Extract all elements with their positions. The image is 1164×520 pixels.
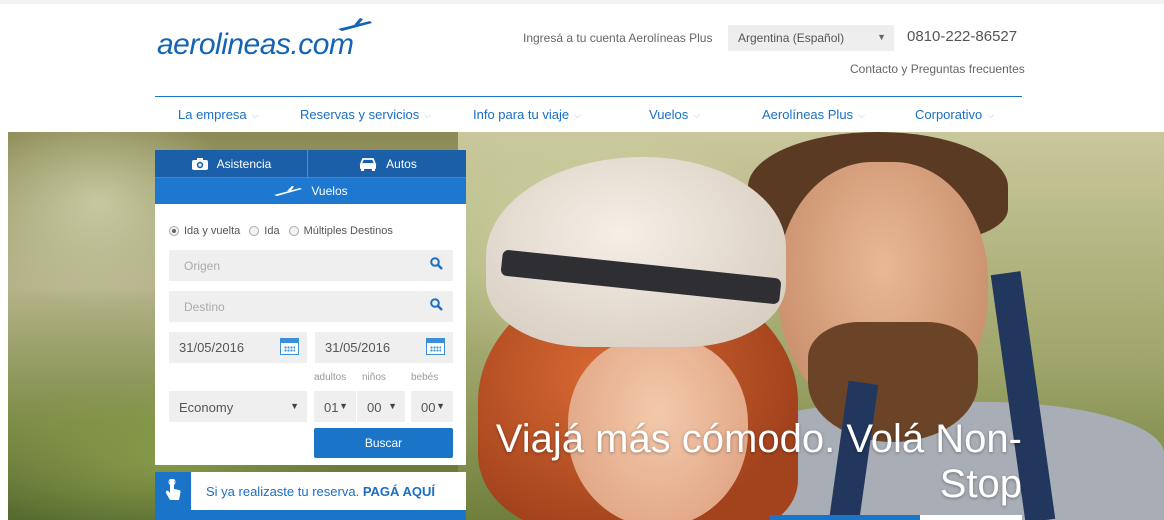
camera-icon (191, 157, 208, 170)
children-select[interactable]: 00 ▼ (357, 391, 405, 422)
chevron-down-icon: ⌵ (987, 110, 995, 120)
carousel-indicator[interactable] (920, 515, 1022, 520)
origin-input[interactable]: Origen (169, 250, 453, 281)
chevron-down-icon: ▼ (436, 401, 445, 411)
pay-here-link[interactable]: PAGÁ AQUÍ (363, 484, 435, 499)
pay-banner-text: Si ya realizaste tu reserva. PAGÁ AQUÍ (206, 484, 435, 499)
phone-number: 0810-222-86527 (907, 28, 1018, 45)
cabin-class-select[interactable]: Economy ▼ (169, 391, 307, 422)
radio-indicator (169, 226, 179, 236)
infants-value: 00 (421, 400, 436, 415)
radio-indicator (249, 226, 260, 236)
nav-item-aerolineas-plus[interactable]: Aerolíneas Plus ⌵ (762, 107, 865, 122)
adults-label: adultos (314, 372, 347, 383)
nav-item-info-viaje[interactable]: Info para tu viaje ⌵ (473, 107, 581, 122)
contact-faq-link[interactable]: Contacto y Preguntas frecuentes (850, 62, 1025, 76)
chevron-down-icon: ▼ (877, 32, 886, 42)
trip-type-oneway-radio[interactable]: Ida (249, 225, 280, 237)
search-flights-button[interactable]: Buscar (314, 428, 453, 458)
nav-item-la-empresa[interactable]: La empresa ⌵ (178, 107, 258, 122)
chevron-down-icon: ▼ (339, 401, 348, 411)
calendar-icon[interactable] (280, 338, 299, 355)
nav-item-reservas[interactable]: Reservas y servicios ⌵ (300, 107, 431, 122)
top-border (0, 0, 1164, 4)
children-label: niños (362, 372, 386, 383)
pointer-hand-icon (155, 472, 191, 510)
hero-headline-line: Viajá más cómodo. Volá Non- (495, 417, 1022, 461)
country-select-value: Argentina (Español) (738, 31, 845, 45)
trip-type-multi-radio[interactable]: Múltiples Destinos (288, 225, 393, 237)
origin-placeholder: Origen (184, 259, 221, 273)
chevron-down-icon: ⌵ (574, 110, 581, 120)
adults-value: 01 (324, 400, 339, 415)
tab-label: Vuelos (311, 184, 348, 198)
chevron-down-icon: ▼ (290, 401, 299, 411)
trip-type-label: Ida (264, 225, 280, 237)
tab-asistencia[interactable]: Asistencia (155, 150, 308, 177)
widget-bottom-strip (155, 510, 466, 520)
chevron-down-icon: ⌵ (251, 110, 259, 120)
account-login-link[interactable]: Ingresá a tu cuenta Aerolíneas Plus (523, 31, 712, 45)
tab-vuelos[interactable]: Vuelos (155, 177, 466, 204)
chevron-down-icon: ▼ (388, 401, 397, 411)
cabin-class-value: Economy (179, 400, 234, 415)
aerolineas-logo[interactable]: aerolineas.com (157, 28, 354, 62)
destination-placeholder: Destino (184, 300, 225, 314)
main-nav: La empresa ⌵ Reservas y servicios ⌵ Info p… (155, 107, 1022, 127)
pay-reservation-banner[interactable]: Si ya realizaste tu reserva. PAGÁ AQUÍ (155, 472, 466, 510)
trip-type-options: Ida y vuelta Ida Múltiples Destinos (169, 225, 402, 237)
radio-indicator (288, 226, 299, 236)
nav-item-vuelos[interactable]: Vuelos ⌵ (649, 107, 700, 122)
plane-icon (274, 186, 303, 196)
nav-item-corporativo[interactable]: Corporativo ⌵ (915, 107, 994, 122)
search-icon[interactable] (430, 298, 443, 311)
trip-type-label: Múltiples Destinos (303, 225, 393, 237)
tab-label: Autos (386, 156, 417, 171)
country-language-select[interactable]: Argentina (Español) ▼ (728, 25, 894, 51)
adults-select[interactable]: 01 ▼ (314, 391, 356, 422)
calendar-icon[interactable] (426, 338, 445, 355)
trip-type-round-radio[interactable]: Ida y vuelta (169, 225, 240, 237)
booking-widget: Asistencia Autos Vuelos Ida y vuelta Ida… (155, 150, 466, 465)
infants-label: bebés (411, 372, 439, 383)
chevron-down-icon: ⌵ (424, 110, 432, 120)
return-date-value: 31/05/2016 (325, 340, 391, 355)
nav-divider (155, 96, 1022, 97)
infants-select[interactable]: 00 ▼ (411, 391, 453, 422)
return-date-field[interactable]: 31/05/2016 (315, 332, 453, 363)
tab-autos[interactable]: Autos (309, 150, 466, 177)
trip-type-label: Ida y vuelta (184, 225, 241, 237)
chevron-down-icon: ⌵ (858, 110, 865, 120)
car-icon (359, 157, 377, 171)
chevron-down-icon: ⌵ (693, 110, 701, 120)
destination-input[interactable]: Destino (169, 291, 453, 322)
pay-banner-message: Si ya realizaste tu reserva. (206, 483, 360, 499)
hero-headline: Viajá más cómodo. Volá Non- Stop (462, 417, 1022, 507)
tab-label: Asistencia (216, 156, 272, 171)
hero-headline-line: Stop (939, 462, 1022, 506)
search-icon[interactable] (430, 257, 443, 270)
departure-date-value: 31/05/2016 (179, 340, 245, 355)
plane-logo-icon (338, 18, 372, 31)
carousel-indicator-active[interactable] (770, 515, 920, 520)
booking-tabs: Asistencia Autos Vuelos (155, 150, 466, 204)
departure-date-field[interactable]: 31/05/2016 (169, 332, 307, 363)
children-value: 00 (367, 400, 382, 415)
